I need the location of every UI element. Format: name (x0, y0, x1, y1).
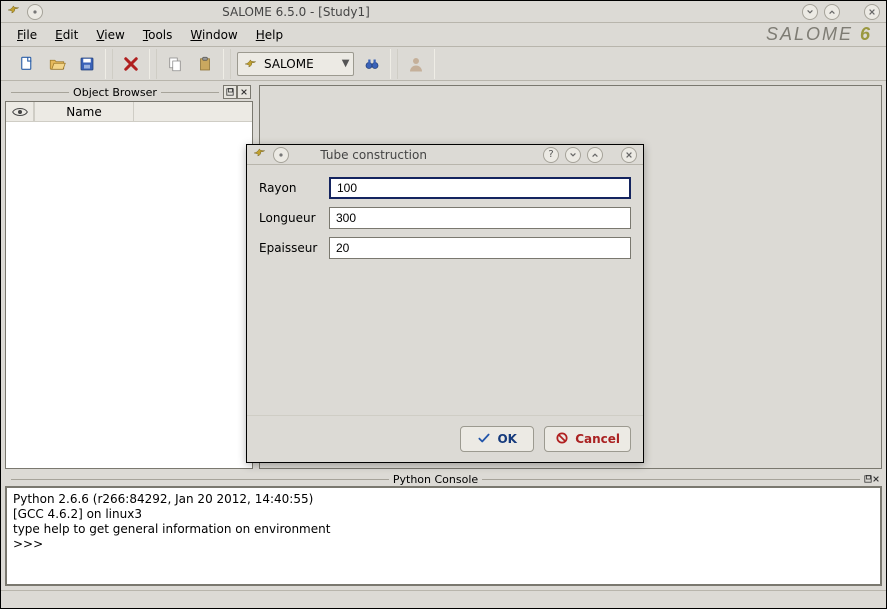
dialog-shade-button[interactable] (273, 147, 289, 163)
longueur-label: Longueur (259, 211, 329, 225)
app-icon (7, 3, 21, 20)
new-document-button[interactable] (15, 52, 39, 76)
dialog-minimize-button[interactable] (565, 147, 581, 163)
delete-button[interactable] (119, 52, 143, 76)
console-close-button[interactable] (872, 473, 880, 486)
cancel-button-label: Cancel (575, 432, 620, 446)
main-titlebar: SALOME 6.5.0 - [Study1] (1, 1, 886, 23)
menu-help[interactable]: Help (248, 26, 291, 44)
main-window: SALOME 6.5.0 - [Study1] File Edit View T… (0, 0, 887, 609)
statusbar (1, 590, 886, 608)
brand-logo: SALOME 6 (766, 24, 878, 45)
eye-icon (6, 102, 34, 121)
longueur-input[interactable] (329, 207, 631, 229)
dialog-help-button[interactable]: ? (543, 147, 559, 163)
column-name-header[interactable]: Name (34, 102, 134, 121)
object-browser-title: Object Browser (73, 86, 157, 99)
dialog-title: Tube construction (289, 148, 458, 162)
object-browser-tree[interactable]: Name (5, 101, 253, 469)
field-row-longueur: Longueur (259, 205, 631, 231)
field-row-rayon: Rayon (259, 175, 631, 201)
close-button[interactable] (864, 4, 880, 20)
menu-view[interactable]: View (88, 26, 132, 44)
menubar: File Edit View Tools Window Help SALOME … (1, 23, 886, 47)
copy-button[interactable] (163, 52, 187, 76)
rayon-label: Rayon (259, 181, 329, 195)
menu-window[interactable]: Window (182, 26, 245, 44)
menu-file[interactable]: File (9, 26, 45, 44)
cancel-icon (555, 431, 569, 448)
binoculars-button[interactable] (360, 52, 384, 76)
check-icon (477, 431, 491, 448)
paste-button[interactable] (193, 52, 217, 76)
open-button[interactable] (45, 52, 69, 76)
user-button[interactable] (404, 52, 428, 76)
toolbar: SALOME ▼ (1, 47, 886, 81)
dialog-titlebar: Tube construction ? (247, 145, 643, 165)
module-select[interactable]: SALOME ▼ (237, 52, 354, 76)
dialog-app-icon (253, 146, 267, 163)
minimize-button[interactable] (802, 4, 818, 20)
tube-construction-dialog: Tube construction ? Rayon Longueur Epais… (246, 144, 644, 463)
dialog-close-button[interactable] (621, 147, 637, 163)
field-row-epaisseur: Epaisseur (259, 235, 631, 261)
object-browser-panel: Object Browser Name (5, 85, 253, 469)
menu-edit[interactable]: Edit (47, 26, 86, 44)
python-console-title: Python Console (393, 473, 478, 486)
console-undock-button[interactable] (864, 473, 872, 486)
epaisseur-label: Epaisseur (259, 241, 329, 255)
ok-button[interactable]: OK (460, 426, 534, 452)
python-console-panel: Python Console Python 2.6.6 (r266:84292,… (1, 473, 886, 590)
menu-tools[interactable]: Tools (135, 26, 181, 44)
dialog-maximize-button[interactable] (587, 147, 603, 163)
dialog-footer: OK Cancel (247, 415, 643, 462)
shade-button[interactable] (27, 4, 43, 20)
maximize-button[interactable] (824, 4, 840, 20)
ok-button-label: OK (497, 432, 517, 446)
save-button[interactable] (75, 52, 99, 76)
object-browser-header: Name (6, 102, 252, 122)
rayon-input[interactable] (329, 177, 631, 199)
python-console[interactable]: Python 2.6.6 (r266:84292, Jan 20 2012, 1… (5, 486, 882, 586)
window-title: SALOME 6.5.0 - [Study1] (43, 5, 549, 19)
chevron-down-icon: ▼ (342, 58, 350, 69)
dialog-body: Rayon Longueur Epaisseur (247, 165, 643, 415)
panel-close-button[interactable] (237, 85, 251, 99)
module-select-label: SALOME (264, 57, 314, 71)
epaisseur-input[interactable] (329, 237, 631, 259)
panel-undock-button[interactable] (223, 85, 237, 99)
cancel-button[interactable]: Cancel (544, 426, 631, 452)
